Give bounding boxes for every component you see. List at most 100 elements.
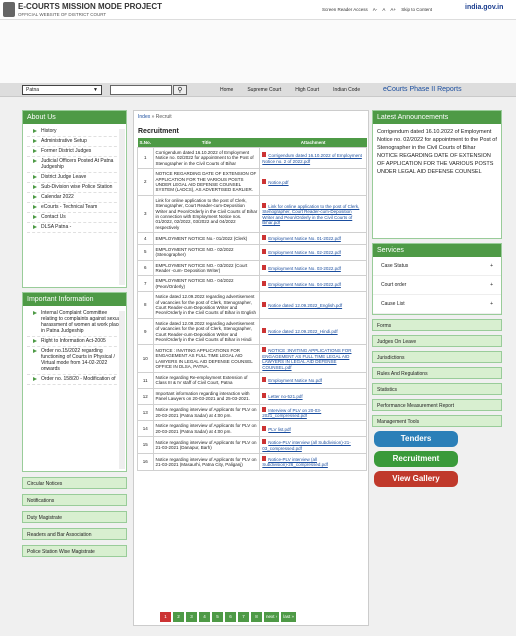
font-small-button[interactable]: A- <box>373 7 378 12</box>
cell-attachment[interactable]: Employment Notice No. 02-2022.pdf <box>259 243 367 261</box>
breadcrumb-home[interactable]: Index <box>138 114 150 120</box>
pdf-link[interactable]: Employment Notice No.pdf <box>262 378 322 383</box>
page-8[interactable]: 8 <box>251 612 262 622</box>
cell-attachment[interactable]: NOTICE :INVITING APPLICATIONS FOR ENGAGE… <box>259 344 367 373</box>
management-tools-link[interactable]: Management Tools <box>372 415 502 427</box>
nav-high-court[interactable]: High Court <box>295 87 319 93</box>
cell-attachment[interactable]: Notice dated 12.09.2022_English.pdf <box>259 291 367 319</box>
about-item[interactable]: Contact Us <box>27 213 122 223</box>
nav-supreme-court[interactable]: Supreme Court <box>247 87 281 93</box>
skip-link[interactable]: Skip to Content <box>401 7 432 12</box>
important-item[interactable]: Right to Information Act-2005 <box>27 337 122 347</box>
cell-attachment[interactable]: Notice-PLV interview (all Subdivision)-2… <box>259 436 367 455</box>
cell-attachment[interactable]: Employment Notice No. 01-2022.pdf <box>259 232 367 245</box>
jurisdictions-link[interactable]: Jurisdictions <box>372 351 502 363</box>
readers-bar-link[interactable]: Readers and Bar Association <box>22 528 127 540</box>
about-item[interactable]: DLSA Patna - <box>27 223 122 233</box>
police-magistrate-link[interactable]: Police Station Wise Magistrate <box>22 545 127 557</box>
cell-attachment[interactable]: Notice.pdf <box>259 168 367 196</box>
latest-text[interactable]: Corrigendum dated 16.10.2022 of Employme… <box>373 124 501 238</box>
pdf-link[interactable]: Employment Notice No. 01-2022.pdf <box>262 236 341 241</box>
font-large-button[interactable]: A+ <box>390 7 396 12</box>
search-input[interactable] <box>110 85 172 95</box>
pdf-link[interactable]: PLV list.pdf <box>262 427 290 432</box>
duty-magistrate-link[interactable]: Duty Magistrate <box>22 511 127 523</box>
services-title: Services <box>373 244 501 257</box>
pdf-link[interactable]: Interview of PLV on 20-03-2021_compresse… <box>262 408 321 418</box>
cell-attachment[interactable]: Employment Notice No. 03-2022.pdf <box>259 259 367 277</box>
about-item[interactable]: Former District Judges <box>27 147 122 157</box>
main-content: Index » Recruit Recruitment S.No. Title … <box>133 110 369 626</box>
performance-report-link[interactable]: Performance Measurement Report <box>372 399 502 411</box>
font-normal-button[interactable]: A <box>382 7 385 12</box>
india-gov-logo[interactable]: india.gov.in <box>465 4 510 16</box>
cell-attachment[interactable]: Letter no-521.pdf <box>259 387 367 405</box>
page-last[interactable]: last » <box>281 612 297 622</box>
col-title: Title <box>153 138 260 148</box>
pdf-link[interactable]: Corrigendum dated 16.10.2022 of Employme… <box>262 153 362 163</box>
recruitment-button[interactable]: Recruitment <box>374 451 458 467</box>
important-item[interactable]: Internal Complaint Committee relating to… <box>27 309 122 337</box>
about-item[interactable]: District Judge Leave <box>27 173 122 183</box>
notifications-link[interactable]: Notifications <box>22 494 127 506</box>
cell-attachment[interactable]: Interview of PLV on 20-03-2021_compresse… <box>259 403 367 422</box>
service-court-order[interactable]: Court order + <box>373 276 501 295</box>
about-item[interactable]: Administrative Setup <box>27 137 122 147</box>
tenders-button[interactable]: Tenders <box>374 431 458 447</box>
important-item[interactable]: Order no.15/2022 regarding functioning o… <box>27 347 122 375</box>
cell-sno: 11 <box>137 372 154 389</box>
pdf-link[interactable]: Notice-PLV interview (all Subdivision)-2… <box>262 457 328 467</box>
project-title: E-COURTS MISSION MODE PROJECT <box>18 2 163 11</box>
page-6[interactable]: 6 <box>225 612 236 622</box>
pdf-link[interactable]: Notice dated 12.09.2022_English.pdf <box>262 303 342 308</box>
about-item[interactable]: Sub-Division wise Police Station <box>27 183 122 193</box>
cell-attachment[interactable]: PLV list.pdf <box>259 420 367 438</box>
pdf-link[interactable]: Employment Notice No. 03-2022.pdf <box>262 266 341 271</box>
circular-notices-link[interactable]: Circular Notices <box>22 477 127 489</box>
pdf-link[interactable]: Employment Notice No. 04-2022.pdf <box>262 282 341 287</box>
pdf-link[interactable]: Letter no-521.pdf <box>262 394 302 399</box>
cell-attachment[interactable]: Corrigendum dated 16.10.2022 of Employme… <box>259 146 367 170</box>
about-scrollbar[interactable] <box>119 129 125 285</box>
page-7[interactable]: 7 <box>238 612 249 622</box>
about-item[interactable]: Judicial Officers Posted At Patna Judges… <box>27 157 122 173</box>
page-next[interactable]: next › <box>264 612 280 622</box>
page-3[interactable]: 3 <box>186 612 197 622</box>
about-item[interactable]: Calendar 2022 <box>27 193 122 203</box>
view-gallery-button[interactable]: View Gallery <box>374 471 458 487</box>
pdf-link[interactable]: Notice.pdf <box>262 180 288 185</box>
cell-attachment[interactable]: Notice-PLV interview (all Subdivision)-2… <box>259 453 367 471</box>
district-select[interactable]: Patna ▼ <box>22 85 102 95</box>
cell-attachment[interactable]: Employment Notice No. 04-2022.pdf <box>259 275 367 293</box>
pagination: 1 2 3 4 5 6 7 8 next › last » <box>160 612 297 622</box>
rules-link[interactable]: Rules And Regulations <box>372 367 502 379</box>
about-item[interactable]: History <box>27 127 122 137</box>
table-row: 13 Notice regarding interview of Applican… <box>137 403 367 422</box>
service-case-status[interactable]: Case Status + <box>373 257 501 276</box>
phase-reports-link[interactable]: eCourts Phase II Reports <box>383 86 462 93</box>
page-1[interactable]: 1 <box>160 612 171 622</box>
pdf-link[interactable]: NOTICE :INVITING APPLICATIONS FOR ENGAGE… <box>262 348 351 369</box>
cell-attachment[interactable]: Notice dated 12.09.2022_Hindi.pdf <box>259 317 367 346</box>
cell-attachment[interactable]: Link for online application to the post … <box>259 194 367 234</box>
pdf-link[interactable]: Notice-PLV interview (all Subdivision)-2… <box>262 440 350 450</box>
judges-leave-link[interactable]: Judges On Leave <box>372 335 502 347</box>
important-item[interactable]: Order no. 158/20 - Modification of <box>27 375 122 385</box>
pdf-link[interactable]: Employment Notice No. 02-2022.pdf <box>262 250 341 255</box>
pdf-link[interactable]: Notice dated 12.09.2022_Hindi.pdf <box>262 329 337 334</box>
page-5[interactable]: 5 <box>212 612 223 622</box>
service-cause-list[interactable]: Cause List + <box>373 295 501 314</box>
nav-home[interactable]: Home <box>220 87 233 93</box>
important-scrollbar[interactable] <box>119 311 125 469</box>
cell-attachment[interactable]: Employment Notice No.pdf <box>259 372 367 389</box>
about-item[interactable]: eCourts - Technical Team <box>27 203 122 213</box>
search-icon[interactable]: ⚲ <box>173 85 187 95</box>
screen-reader-link[interactable]: Screen Reader Access <box>322 7 368 12</box>
nav-indian-code[interactable]: Indian Code <box>333 87 360 93</box>
statistics-link[interactable]: Statistics <box>372 383 502 395</box>
forms-link[interactable]: Forms <box>372 319 502 331</box>
page-4[interactable]: 4 <box>199 612 210 622</box>
page-2[interactable]: 2 <box>173 612 184 622</box>
pdf-link[interactable]: Link for online application to the post … <box>262 204 359 225</box>
cell-title: EMPLOYMENT NOTICE NO.- 04/2022 (Peon/Ord… <box>152 275 261 293</box>
